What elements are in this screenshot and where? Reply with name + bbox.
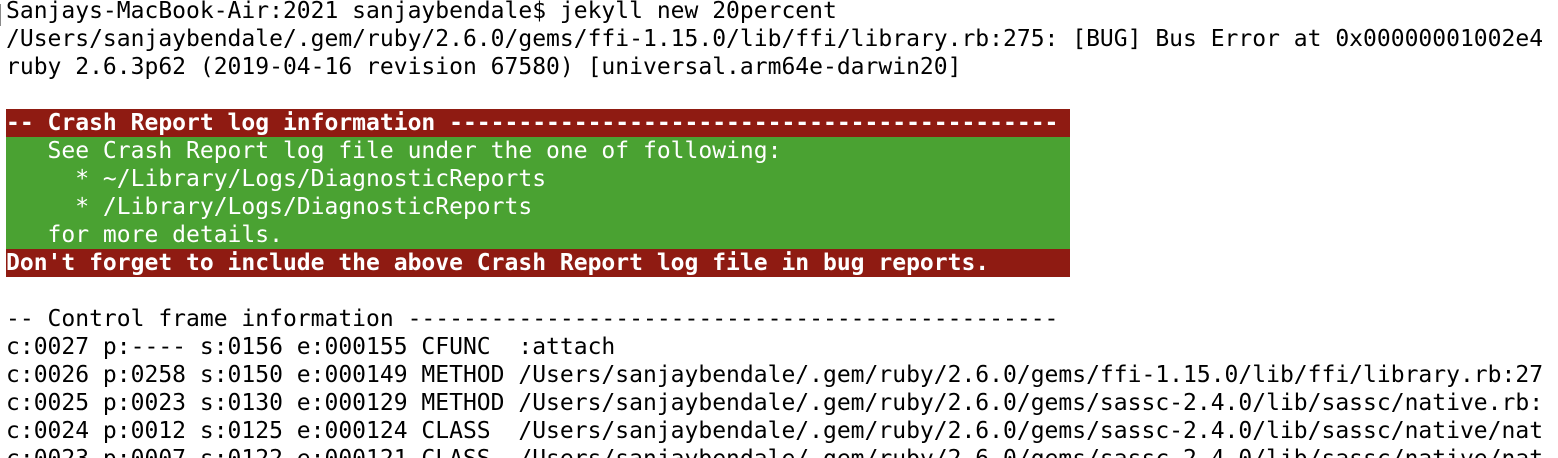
bug-error-line: /Users/sanjaybendale/.gem/ruby/2.6.0/gem…	[6, 26, 1544, 52]
prompt-line: Sanjays-MacBook-Air:2021 sanjaybendale$ …	[6, 0, 837, 24]
control-frame-row: c:0024 p:0012 s:0125 e:000124 CLASS /Use…	[6, 418, 1544, 444]
text-cursor	[0, 4, 4, 26]
crash-report-system-path: * /Library/Logs/DiagnosticReports	[6, 193, 1070, 221]
crash-report-user-path: * ~/Library/Logs/DiagnosticReports	[6, 165, 1070, 193]
control-frame-row: c:0023 p:0007 s:0122 e:000121 CLASS /Use…	[6, 445, 1558, 458]
crash-report-more-details: for more details.	[6, 221, 1070, 249]
control-frame-row: c:0025 p:0023 s:0130 e:000129 METHOD /Us…	[6, 390, 1544, 416]
control-frame-row: c:0026 p:0258 s:0150 e:000149 METHOD /Us…	[6, 362, 1544, 388]
crash-report-see-line: See Crash Report log file under the one …	[6, 137, 1070, 165]
ruby-version-line: ruby 2.6.3p62 (2019-04-16 revision 67580…	[6, 54, 962, 80]
control-frame-row: c:0027 p:---- s:0156 e:000155 CFUNC :att…	[6, 334, 616, 360]
control-frame-header: -- Control frame information -----------…	[6, 306, 1059, 332]
crash-report-reminder: Don't forget to include the above Crash …	[6, 249, 1070, 277]
terminal-window[interactable]: Sanjays-MacBook-Air:2021 sanjaybendale$ …	[0, 0, 1558, 458]
crash-report-header: -- Crash Report log information --------…	[6, 109, 1070, 137]
